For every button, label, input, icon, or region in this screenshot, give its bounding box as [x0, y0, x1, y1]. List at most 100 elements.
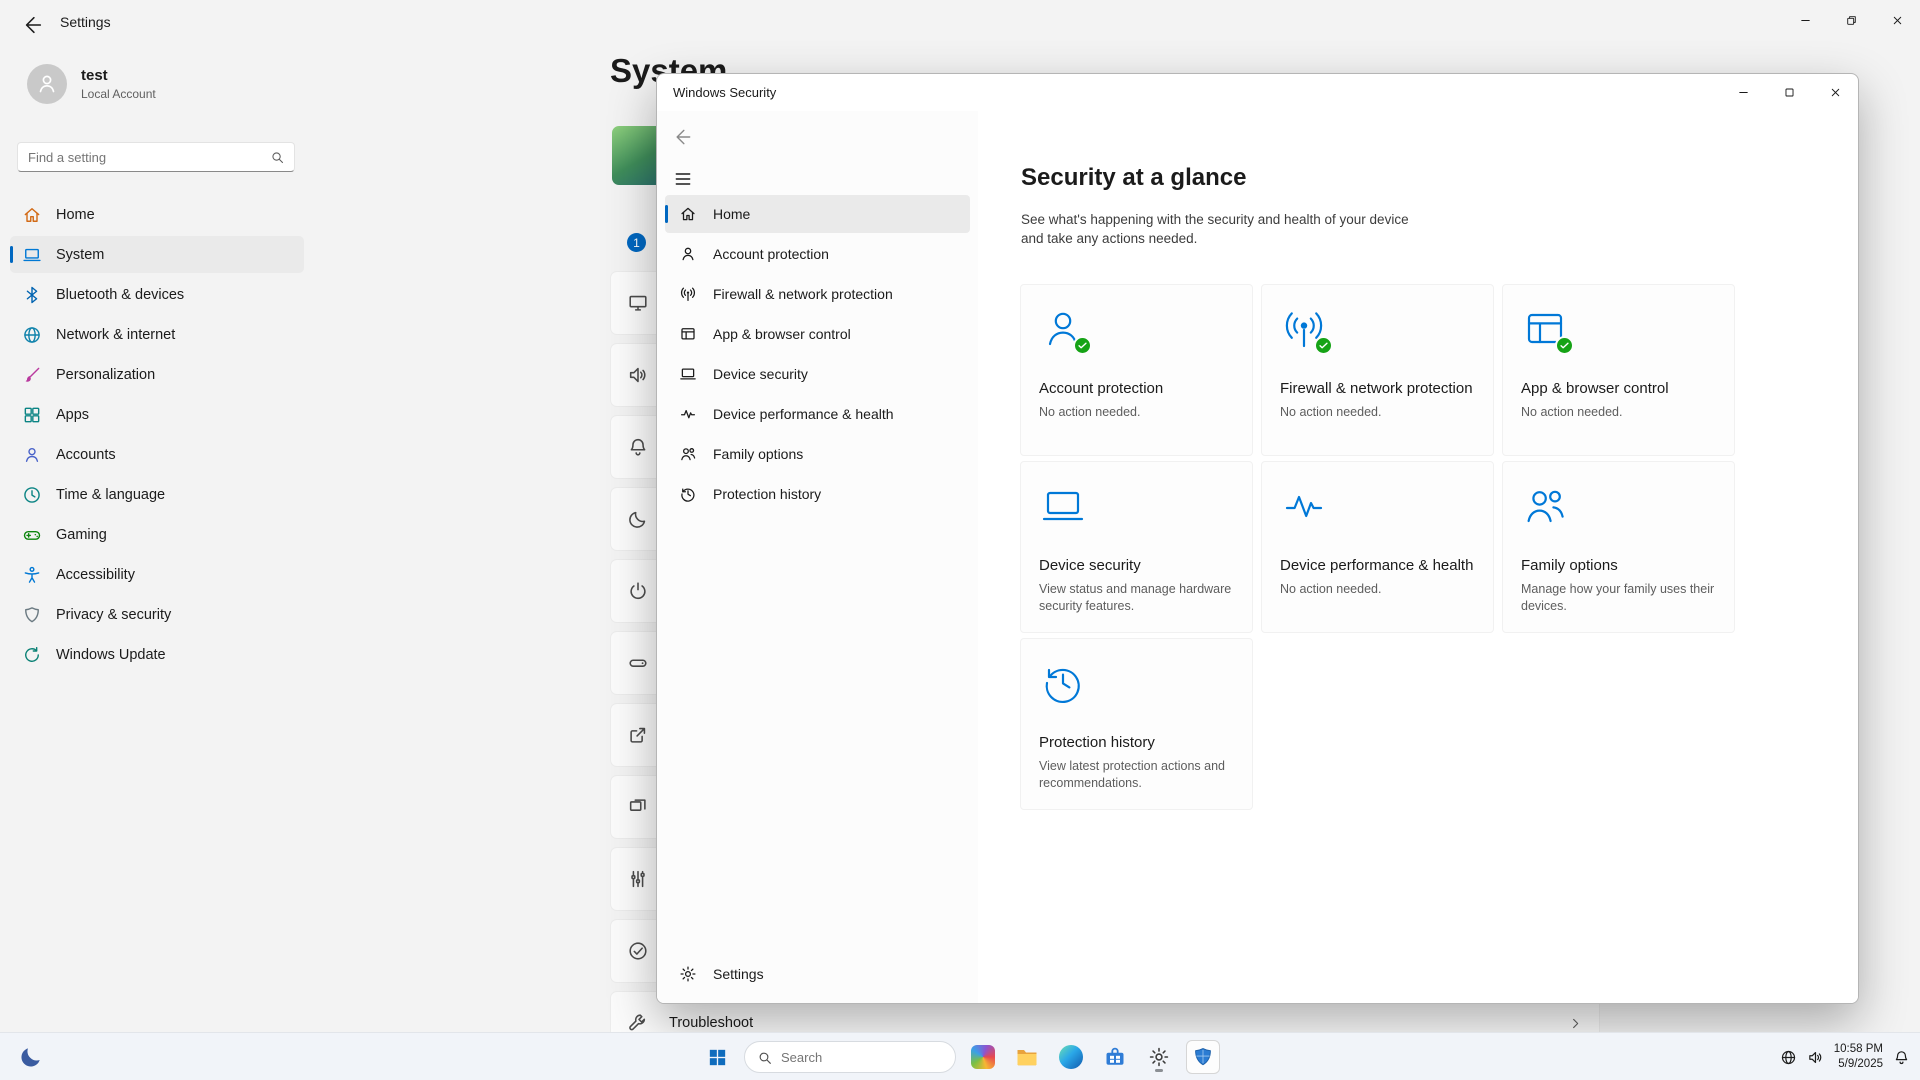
card-desc: No action needed.: [1280, 581, 1475, 598]
monitor-icon: [627, 292, 649, 314]
sidebar-item-personalization[interactable]: Personalization: [10, 356, 304, 393]
card-title: App & browser control: [1521, 379, 1716, 398]
minimize-button[interactable]: [1782, 0, 1828, 40]
close-icon: [1829, 86, 1842, 99]
sidebar-item-label: Gaming: [56, 527, 107, 543]
file-explorer-button[interactable]: [1010, 1040, 1044, 1074]
network-globe-icon[interactable]: [1780, 1049, 1797, 1066]
person-icon: [22, 445, 42, 465]
windows-security-button[interactable]: [1186, 1040, 1220, 1074]
close-button[interactable]: [1874, 0, 1920, 40]
settings-search-input[interactable]: [18, 143, 294, 171]
clock-icon: [22, 485, 42, 505]
nav-item-account-protection[interactable]: Account protection: [665, 235, 970, 273]
ok-check-icon: [1314, 336, 1333, 355]
taskbar-search-input[interactable]: [745, 1042, 955, 1072]
sidebar-item-privacy-security[interactable]: Privacy & security: [10, 596, 304, 633]
sidebar-item-label: Windows Update: [56, 647, 166, 663]
card-account-protection[interactable]: Account protection No action needed.: [1020, 284, 1253, 456]
card-desc: View status and manage hardware security…: [1039, 581, 1234, 615]
nav-item-app-browser-control[interactable]: App & browser control: [665, 315, 970, 353]
bluetooth-icon: [22, 285, 42, 305]
start-button[interactable]: [700, 1040, 734, 1074]
close-icon: [1891, 14, 1904, 27]
search-icon: [757, 1050, 773, 1066]
sidebar-item-label: Home: [56, 207, 95, 223]
card-desc: View latest protection actions and recom…: [1039, 758, 1234, 792]
nav-item-home[interactable]: Home: [665, 195, 970, 233]
nav-item-protection-history[interactable]: Protection history: [665, 475, 970, 513]
sidebar-item-label: System: [56, 247, 104, 263]
maximize-button[interactable]: [1766, 74, 1812, 111]
sidebar-item-windows-update[interactable]: Windows Update: [10, 636, 304, 673]
nav-item-label: Account protection: [713, 246, 829, 262]
notification-bell-icon[interactable]: [1893, 1049, 1910, 1066]
card-title: Firewall & network protection: [1280, 379, 1475, 398]
back-icon[interactable]: [22, 14, 44, 36]
card-desc: No action needed.: [1039, 404, 1234, 421]
sidebar-item-bluetooth-devices[interactable]: Bluetooth & devices: [10, 276, 304, 313]
card-title: Device security: [1039, 556, 1234, 575]
sidebar-item-gaming[interactable]: Gaming: [10, 516, 304, 553]
edge-browser-button[interactable]: [1054, 1040, 1088, 1074]
sidebar-item-label: Time & language: [56, 487, 165, 503]
nav-item-family-options[interactable]: Family options: [665, 435, 970, 473]
sidebar-item-apps[interactable]: Apps: [10, 396, 304, 433]
nav-item-settings[interactable]: Settings: [665, 955, 970, 993]
card-protection-history[interactable]: Protection history View latest protectio…: [1020, 638, 1253, 810]
minimize-button[interactable]: [1720, 74, 1766, 111]
close-button[interactable]: [1812, 74, 1858, 111]
storage-icon: [627, 652, 649, 674]
wifi-icon: [679, 285, 697, 303]
sidebar-item-accounts[interactable]: Accounts: [10, 436, 304, 473]
card-device-security[interactable]: Device security View status and manage h…: [1020, 461, 1253, 633]
protection-history-icon: [1039, 659, 1087, 707]
nav-item-label: App & browser control: [713, 326, 851, 342]
security-subheading: See what's happening with the security a…: [1021, 210, 1421, 248]
device-security-icon: [1039, 482, 1087, 530]
back-icon[interactable]: [673, 127, 693, 147]
laptop-icon: [22, 245, 42, 265]
card-title: Account protection: [1039, 379, 1234, 398]
menu-icon[interactable]: [673, 169, 693, 189]
gear-icon: [679, 965, 697, 983]
nav-item-firewall-network[interactable]: Firewall & network protection: [665, 275, 970, 313]
microsoft-store-button[interactable]: [1098, 1040, 1132, 1074]
person-icon: [679, 245, 697, 263]
card-desc: Manage how your family uses their device…: [1521, 581, 1716, 615]
nav-item-label: Protection history: [713, 486, 821, 502]
settings-search-box[interactable]: [17, 142, 295, 172]
settings-app-button[interactable]: [1142, 1040, 1176, 1074]
nav-item-device-security[interactable]: Device security: [665, 355, 970, 393]
settings-row-label: Troubleshoot: [669, 1015, 753, 1031]
sidebar-item-label: Apps: [56, 407, 89, 423]
sidebar-item-label: Network & internet: [56, 327, 175, 343]
security-titlebar[interactable]: Windows Security: [657, 74, 1858, 111]
sidebar-item-home[interactable]: Home: [10, 196, 304, 233]
taskbar-search-box[interactable]: [744, 1041, 956, 1073]
family-options-icon: [1521, 482, 1569, 530]
system-tray: 10:58 PM 5/9/2025: [1780, 1033, 1910, 1080]
card-device-performance[interactable]: Device performance & health No action ne…: [1261, 461, 1494, 633]
sidebar-item-label: Accessibility: [56, 567, 135, 583]
weather-moon-icon[interactable]: [18, 1044, 44, 1070]
user-profile[interactable]: test Local Account: [27, 64, 156, 104]
minimize-icon: [1737, 86, 1750, 99]
firewall-network-icon: [1280, 305, 1328, 353]
card-app-browser-control[interactable]: App & browser control No action needed.: [1502, 284, 1735, 456]
sidebar-item-time-language[interactable]: Time & language: [10, 476, 304, 513]
sidebar-item-system[interactable]: System: [10, 236, 304, 273]
taskbar-clock[interactable]: 10:58 PM 5/9/2025: [1834, 1042, 1883, 1072]
restore-button[interactable]: [1828, 0, 1874, 40]
chevron-right-icon: [1568, 1016, 1583, 1031]
sidebar-item-network-internet[interactable]: Network & internet: [10, 316, 304, 353]
multitask-icon: [627, 796, 649, 818]
nav-item-device-performance[interactable]: Device performance & health: [665, 395, 970, 433]
card-family-options[interactable]: Family options Manage how your family us…: [1502, 461, 1735, 633]
security-nav-list: Home Account protection Firewall & netwo…: [665, 195, 970, 515]
volume-icon[interactable]: [1807, 1049, 1824, 1066]
edge-icon: [1059, 1045, 1083, 1069]
card-firewall-network[interactable]: Firewall & network protection No action …: [1261, 284, 1494, 456]
paint-app-button[interactable]: [966, 1040, 1000, 1074]
sidebar-item-accessibility[interactable]: Accessibility: [10, 556, 304, 593]
